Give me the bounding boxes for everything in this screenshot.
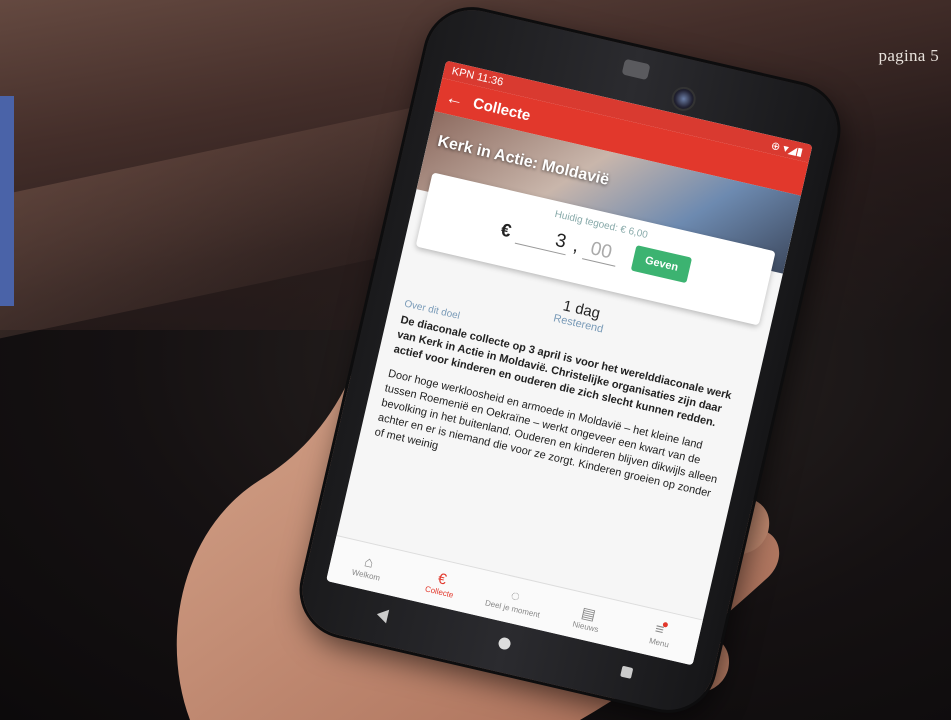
- screen-title: Collecte: [471, 94, 533, 125]
- tab-welkom[interactable]: ⌂ Welkom: [334, 547, 402, 587]
- nav-home-icon[interactable]: [497, 636, 512, 651]
- give-button[interactable]: Geven: [630, 244, 693, 284]
- speaker-grille: [621, 58, 651, 81]
- notification-dot: [662, 621, 669, 628]
- front-camera: [669, 84, 699, 114]
- decimal-separator: ,: [571, 235, 581, 257]
- tab-collecte[interactable]: € Collecte: [407, 564, 475, 604]
- page-accent-bar: [0, 96, 14, 306]
- tab-deel-je-moment[interactable]: ◌ Deel je moment: [480, 581, 548, 621]
- page-number: pagina 5: [878, 46, 939, 65]
- currency-symbol: €: [498, 219, 514, 242]
- nav-recent-apps-icon[interactable]: [620, 665, 634, 679]
- carrier: KPN: [450, 65, 476, 82]
- euros-input[interactable]: 3: [514, 221, 571, 256]
- nav-back-icon[interactable]: [375, 607, 390, 624]
- tab-nieuws[interactable]: ▤ Nieuws: [553, 597, 621, 638]
- cents-input[interactable]: 00: [581, 236, 621, 267]
- tab-menu[interactable]: ≡ Menu: [627, 615, 695, 655]
